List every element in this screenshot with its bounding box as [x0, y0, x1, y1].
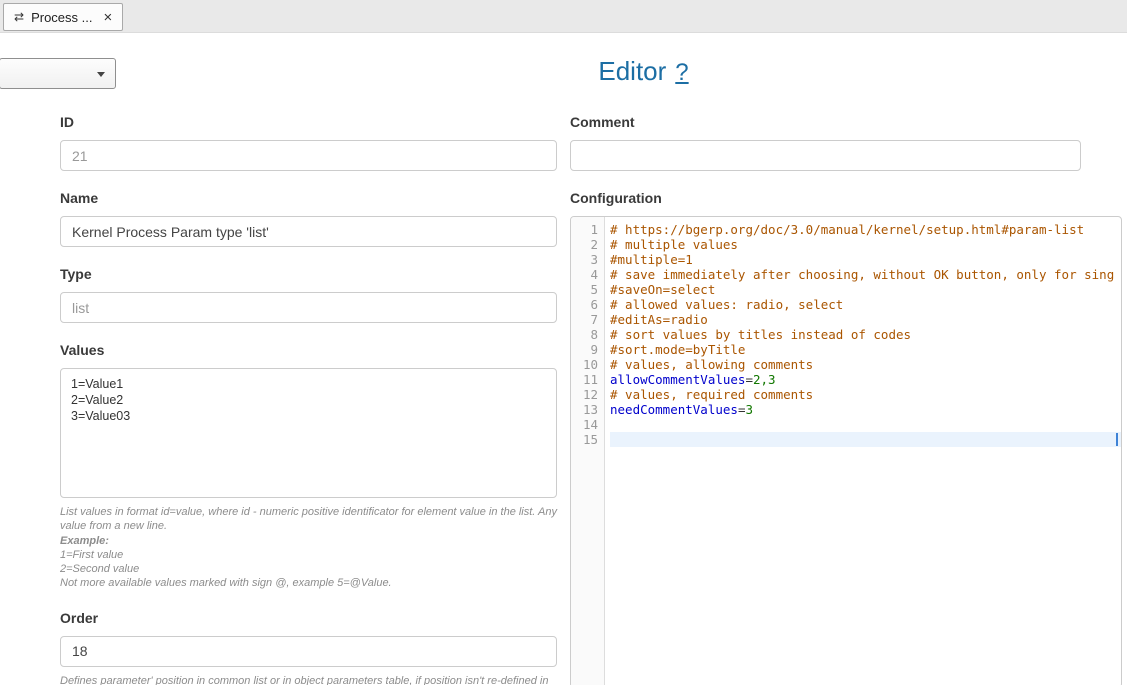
name-input[interactable] — [60, 216, 557, 247]
code-token-comment: #editAs=radio — [610, 312, 708, 327]
order-help: Defines parameter' position in common li… — [60, 674, 557, 685]
code-token-comment: # allowed values: radio, select — [610, 297, 843, 312]
line-number: 3 — [571, 252, 598, 267]
code-token-comment: # multiple values — [610, 237, 738, 252]
help-text-line: 1=First value — [60, 548, 557, 562]
code-line[interactable]: # save immediately after choosing, witho… — [610, 267, 1121, 282]
code-token-comment: #sort.mode=byTitle — [610, 342, 745, 357]
line-number: 7 — [571, 312, 598, 327]
help-text-line: List values in format id=value, where id… — [60, 505, 557, 534]
code-token-comment: #saveOn=select — [610, 282, 715, 297]
chevron-down-icon — [97, 72, 105, 77]
line-number: 9 — [571, 342, 598, 357]
process-icon: ⇄ — [14, 10, 24, 24]
code-token-comment: #multiple=1 — [610, 252, 693, 267]
values-label: Values — [60, 342, 557, 358]
tab-label: Process ... — [31, 10, 92, 25]
code-line[interactable]: allowCommentValues=2,3 — [610, 372, 1121, 387]
code-token-comment: # values, allowing comments — [610, 357, 813, 372]
line-number: 8 — [571, 327, 598, 342]
line-number: 1 — [571, 222, 598, 237]
code-line[interactable]: #editAs=radio — [610, 312, 1121, 327]
order-input[interactable] — [60, 636, 557, 667]
type-input[interactable] — [60, 292, 557, 323]
comment-label: Comment — [570, 114, 1081, 130]
code-line[interactable]: needCommentValues=3 — [610, 402, 1121, 417]
code-token-comment: # sort values by titles instead of codes — [610, 327, 911, 342]
code-line[interactable]: #multiple=1 — [610, 252, 1121, 267]
name-label: Name — [60, 190, 557, 206]
code-line[interactable]: # values, required comments — [610, 387, 1121, 402]
help-text-line: Not more available values marked with si… — [60, 576, 557, 590]
code-line[interactable]: # values, allowing comments — [610, 357, 1121, 372]
values-textarea[interactable]: 1=Value1 2=Value2 3=Value03 — [60, 368, 557, 498]
comment-input[interactable] — [570, 140, 1081, 171]
help-text-line: 2=Second value — [60, 562, 557, 576]
code-line[interactable] — [610, 432, 1121, 447]
code-line[interactable]: # allowed values: radio, select — [610, 297, 1121, 312]
code-line[interactable]: # https://bgerp.org/doc/3.0/manual/kerne… — [610, 222, 1121, 237]
tab-process[interactable]: ⇄ Process ... × — [3, 3, 123, 31]
line-number: 15 — [571, 432, 598, 447]
help-text-line: Example: — [60, 534, 557, 548]
code-line[interactable]: #saveOn=select — [610, 282, 1121, 297]
values-help: List values in format id=value, where id… — [60, 505, 557, 591]
code-token-comment: # https://bgerp.org/doc/3.0/manual/kerne… — [610, 222, 1084, 237]
order-label: Order — [60, 610, 557, 626]
help-text-line: Defines parameter' position in common li… — [60, 674, 557, 685]
code-token-comment: # save immediately after choosing, witho… — [610, 267, 1114, 282]
text-cursor-icon — [1116, 433, 1118, 446]
line-number: 5 — [571, 282, 598, 297]
type-label: Type — [60, 266, 557, 282]
code-token-plain: = — [745, 372, 753, 387]
line-number: 2 — [571, 237, 598, 252]
help-link[interactable]: ? — [675, 59, 688, 86]
line-number: 13 — [571, 402, 598, 417]
code-token-value: 2,3 — [753, 372, 776, 387]
code-line[interactable] — [610, 417, 1121, 432]
id-input[interactable] — [60, 140, 557, 171]
code-line[interactable]: # multiple values — [610, 237, 1121, 252]
page-header: Editor? — [160, 56, 1127, 87]
code-lines: # https://bgerp.org/doc/3.0/manual/kerne… — [605, 217, 1121, 685]
form-left-column: ID Name Type Values 1=Value1 2=Value2 3=… — [60, 114, 557, 685]
object-select[interactable] — [0, 58, 116, 89]
line-number: 14 — [571, 417, 598, 432]
code-token-key: allowCommentValues — [610, 372, 745, 387]
code-line[interactable]: # sort values by titles instead of codes — [610, 327, 1121, 342]
page-title: Editor — [598, 56, 666, 86]
line-number: 6 — [571, 297, 598, 312]
line-number: 12 — [571, 387, 598, 402]
form-right-column: Comment Configuration 123456789101112131… — [570, 114, 1081, 685]
tab-bar: ⇄ Process ... × — [0, 0, 1127, 33]
line-number: 4 — [571, 267, 598, 282]
line-number: 10 — [571, 357, 598, 372]
code-token-value: 3 — [745, 402, 753, 417]
code-token-key: needCommentValues — [610, 402, 738, 417]
id-label: ID — [60, 114, 557, 130]
code-line[interactable]: #sort.mode=byTitle — [610, 342, 1121, 357]
code-gutter: 123456789101112131415 — [571, 217, 605, 685]
line-number: 11 — [571, 372, 598, 387]
close-icon[interactable]: × — [103, 10, 112, 25]
configuration-code-editor[interactable]: 123456789101112131415 # https://bgerp.or… — [570, 216, 1122, 685]
code-token-comment: # values, required comments — [610, 387, 813, 402]
configuration-label: Configuration — [570, 190, 1081, 206]
